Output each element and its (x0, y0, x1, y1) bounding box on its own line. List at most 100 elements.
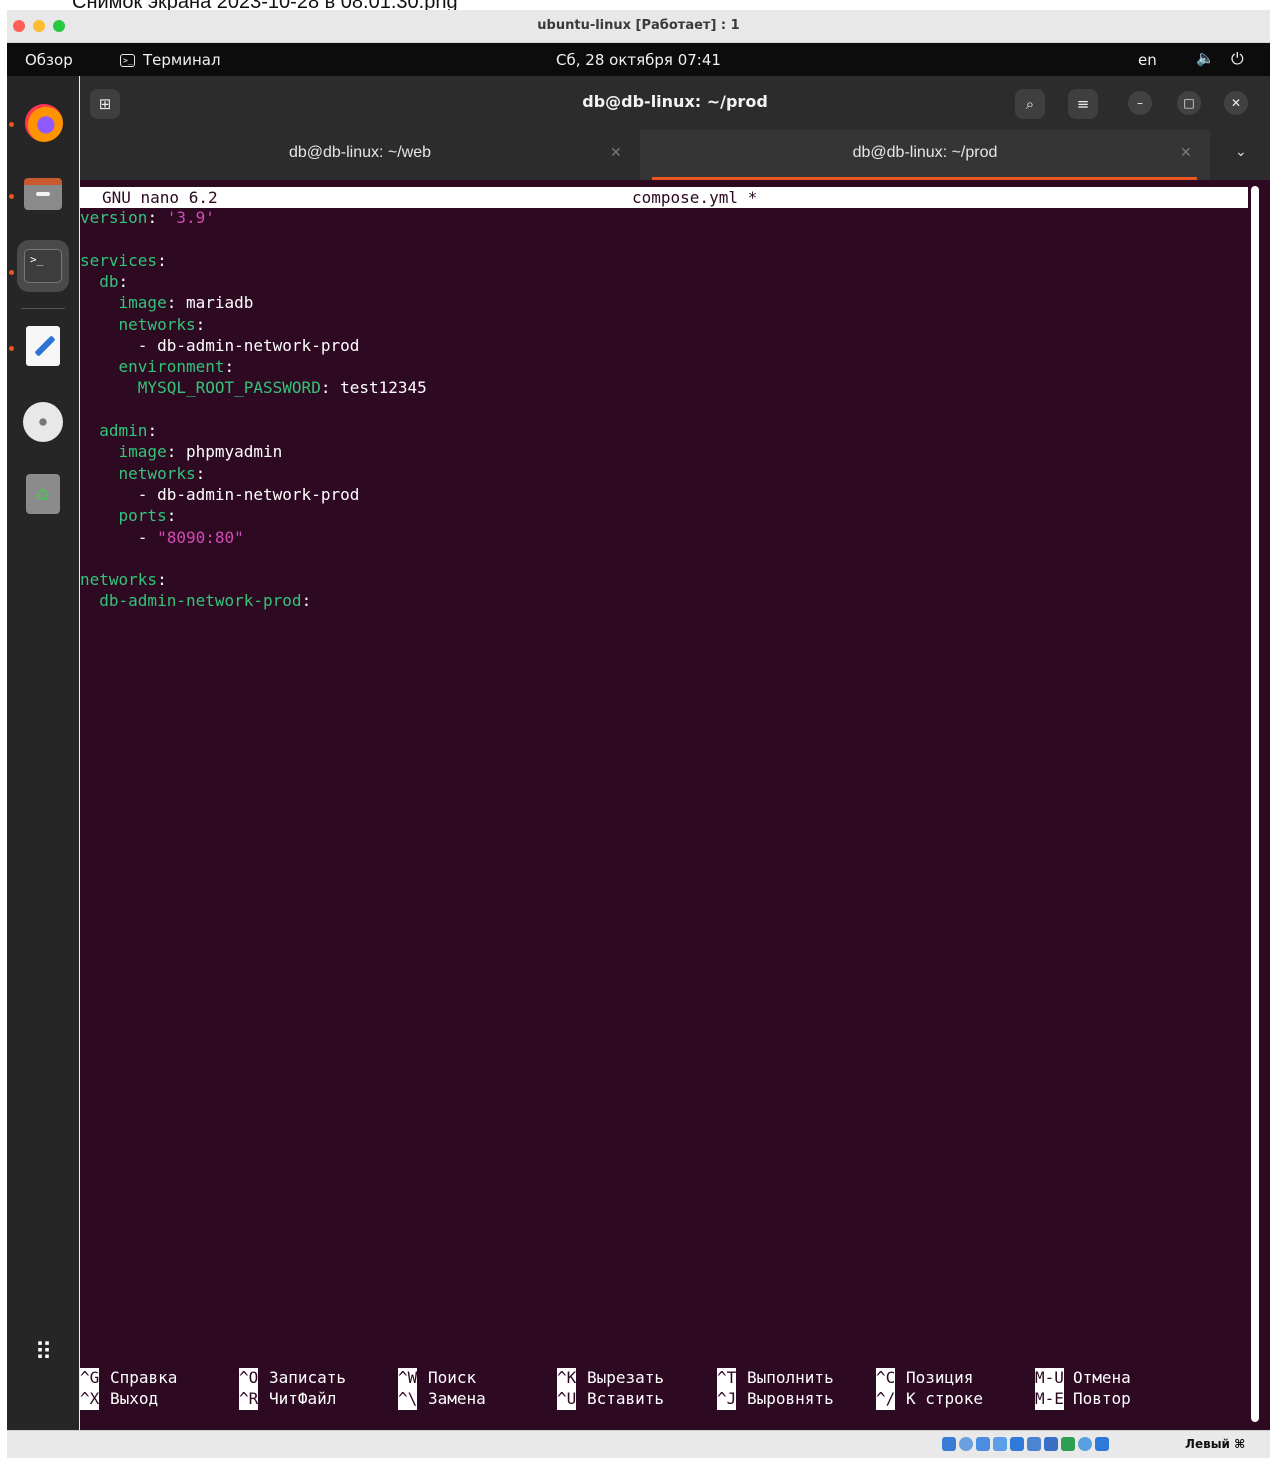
code-line: db: (80, 272, 128, 293)
nano-filename: compose.yml * (632, 188, 758, 207)
code-line: admin: (80, 421, 157, 442)
yaml-separator: : (320, 378, 341, 398)
shortcut-label: Вырезать (587, 1368, 665, 1387)
text-editor-icon (26, 326, 60, 366)
shortcut-key: ^J (717, 1389, 737, 1410)
yaml-key: admin (99, 421, 148, 440)
dock-item-text-editor[interactable] (17, 320, 69, 372)
dock-item-terminal[interactable]: >_ (17, 240, 69, 292)
shortcut-label: К строке (906, 1389, 984, 1408)
yaml-separator: - (137, 335, 158, 355)
minimize-icon[interactable]: – (1128, 91, 1152, 115)
keyboard-layout-indicator[interactable]: en (1138, 51, 1157, 69)
show-applications-grid-icon[interactable]: ⠿ (24, 1333, 62, 1371)
code-line: MYSQL_ROOT_PASSWORD: test12345 (80, 378, 427, 399)
dock-item-files[interactable] (17, 168, 69, 220)
shortcut-label: Замена (428, 1389, 486, 1408)
code-line: networks: (80, 570, 167, 591)
shortcut-label: Повтор (1073, 1389, 1131, 1408)
audio-status-icon[interactable] (976, 1437, 990, 1451)
optical-disc-icon (23, 402, 63, 442)
dock-item-trash[interactable] (17, 468, 69, 520)
yaml-separator: : (157, 570, 167, 590)
cpu-status-icon[interactable] (1078, 1437, 1092, 1451)
files-icon (24, 178, 62, 210)
yaml-separator: : (224, 357, 235, 377)
yaml-separator: - (137, 527, 158, 547)
yaml-separator: : (195, 463, 206, 483)
yaml-key: networks (118, 463, 196, 483)
maximize-icon[interactable]: □ (1177, 91, 1201, 115)
yaml-string-value: '3.9' (166, 208, 215, 227)
terminal-content[interactable]: GNU nano 6.2 compose.yml * version: '3.9… (80, 180, 1270, 1430)
shared-folders-status-icon[interactable] (1027, 1437, 1041, 1451)
dock: >_ ⠿ (7, 76, 79, 1430)
terminal-headerbar: ⊞ db@db-linux: ~/prod ⌕ ≡ – □ ✕ (80, 76, 1270, 130)
mouse-integration-status-icon[interactable] (1095, 1437, 1109, 1451)
vm-status-icons (942, 1437, 1109, 1451)
yaml-key: version (80, 208, 148, 227)
yaml-separator: : (147, 208, 167, 227)
code-line: services: (80, 251, 167, 272)
shortcut-key: ^K (557, 1368, 577, 1389)
dock-item-optical-disc[interactable] (17, 396, 69, 448)
code-line: environment: (80, 357, 235, 378)
tab-list-chevron-down-icon[interactable]: ⌄ (1235, 144, 1247, 160)
hamburger-menu-icon[interactable]: ≡ (1068, 89, 1098, 119)
yaml-separator: : (195, 314, 206, 334)
search-icon[interactable]: ⌕ (1015, 89, 1045, 119)
running-indicator-dot (9, 346, 14, 351)
display-status-icon[interactable] (1044, 1437, 1058, 1451)
tab-label: db@db-linux: ~/prod (852, 144, 998, 161)
shortcut-label: Выровнять (747, 1389, 834, 1408)
recording-status-icon[interactable] (1061, 1437, 1075, 1451)
usb-status-icon[interactable] (1010, 1437, 1024, 1451)
dock-item-firefox[interactable] (17, 96, 69, 148)
vm-window-title: ubuntu-linux [Работает] : 1 (537, 18, 740, 33)
close-icon[interactable]: ✕ (1224, 91, 1248, 115)
shortcut-label: Выход (110, 1389, 159, 1408)
tab-prod[interactable]: db@db-linux: ~/prod ✕ (640, 130, 1210, 180)
terminal-window: ⊞ db@db-linux: ~/prod ⌕ ≡ – □ ✕ db@db-li… (80, 76, 1270, 1430)
yaml-separator: : (166, 442, 186, 462)
code-line: - "8090:80" (80, 528, 244, 549)
vm-status-bar: Левый ⌘ (7, 1430, 1270, 1458)
yaml-separator: : (118, 271, 129, 291)
terminal-scrollbar[interactable] (1251, 186, 1259, 1422)
volume-icon[interactable]: 🔈 (1196, 49, 1215, 67)
shortcut-label: Выполнить (747, 1368, 834, 1387)
yaml-key: ports (118, 506, 167, 526)
optical-drive-status-icon[interactable] (959, 1437, 973, 1451)
power-icon[interactable]: ⏻ (1231, 49, 1244, 69)
code-line: db-admin-network-prod: (80, 591, 311, 612)
shortcut-key: ^G (80, 1368, 100, 1389)
yaml-key: image (118, 442, 167, 462)
network-status-icon[interactable] (993, 1437, 1007, 1451)
yaml-key: db (99, 271, 119, 291)
yaml-value: test12345 (340, 378, 427, 398)
storage-status-icon[interactable] (942, 1437, 956, 1451)
shortcut-label: Вставить (587, 1389, 665, 1408)
tab-close-icon[interactable]: ✕ (610, 145, 622, 161)
yaml-separator: : (166, 293, 186, 313)
shortcut-label: ЧитФайл (269, 1389, 337, 1408)
shortcut-label: Позиция (906, 1368, 974, 1387)
clock[interactable]: Сб, 28 октября 07:41 (7, 51, 1270, 69)
shortcut-key: M-E (1035, 1389, 1064, 1410)
shortcut-key: M-U (1035, 1368, 1064, 1389)
trash-icon (26, 474, 60, 514)
shortcut-key: ^O (239, 1368, 259, 1389)
tab-close-icon[interactable]: ✕ (1180, 145, 1192, 161)
tab-web[interactable]: db@db-linux: ~/web ✕ (80, 130, 640, 180)
terminal-tab-bar: db@db-linux: ~/web ✕ db@db-linux: ~/prod… (80, 130, 1270, 180)
yaml-key: MYSQL_ROOT_PASSWORD (137, 378, 321, 398)
host-key-indicator[interactable]: Левый ⌘ (1185, 1437, 1245, 1451)
